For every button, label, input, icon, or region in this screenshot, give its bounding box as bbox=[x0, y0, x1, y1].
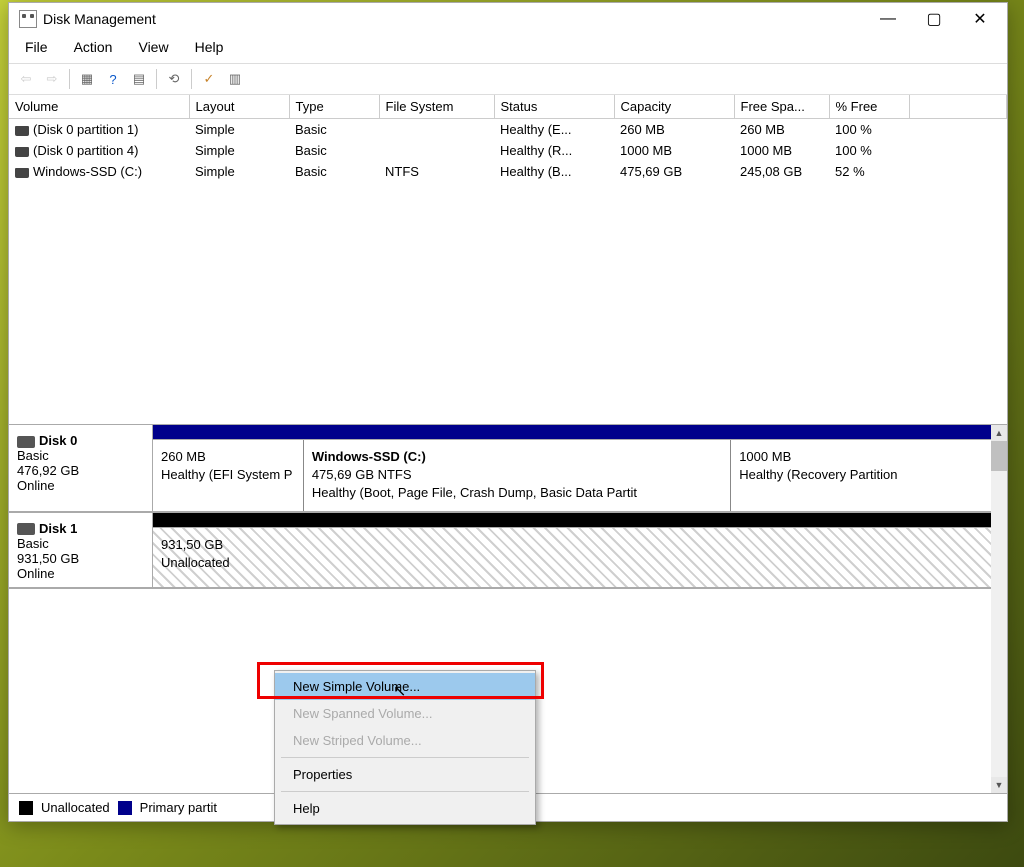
disk-icon bbox=[17, 523, 35, 535]
app-icon bbox=[19, 10, 37, 28]
disk-row: Disk 0 Basic476,92 GBOnline 260 MBHealth… bbox=[9, 425, 991, 513]
close-button[interactable]: ✕ bbox=[957, 4, 1003, 34]
partition[interactable]: Windows-SSD (C:)475,69 GB NTFSHealthy (B… bbox=[304, 440, 731, 511]
grid-icon[interactable]: ▥ bbox=[224, 68, 246, 90]
context-menu-item: New Striped Volume... bbox=[275, 727, 535, 754]
col-fs[interactable]: File System bbox=[379, 95, 494, 119]
properties-icon[interactable]: ▤ bbox=[128, 68, 150, 90]
legend-swatch-primary bbox=[118, 801, 132, 815]
volume-row[interactable]: Windows-SSD (C:) SimpleBasicNTFSHealthy … bbox=[9, 161, 1007, 182]
check-icon[interactable]: ✓ bbox=[198, 68, 220, 90]
menu-help[interactable]: Help bbox=[185, 37, 234, 57]
context-menu-item[interactable]: Properties bbox=[275, 761, 535, 788]
volume-row[interactable]: (Disk 0 partition 4) SimpleBasicHealthy … bbox=[9, 140, 1007, 161]
partition[interactable]: 1000 MBHealthy (Recovery Partition bbox=[731, 440, 991, 511]
volumes-list[interactable]: Volume Layout Type File System Status Ca… bbox=[9, 95, 1007, 425]
col-status[interactable]: Status bbox=[494, 95, 614, 119]
refresh-icon[interactable]: ⟲ bbox=[163, 68, 185, 90]
col-volume[interactable]: Volume bbox=[9, 95, 189, 119]
context-menu-separator bbox=[281, 791, 529, 792]
maximize-button[interactable]: ▢ bbox=[911, 4, 957, 34]
back-button[interactable]: ⇦ bbox=[15, 68, 37, 90]
volume-icon bbox=[15, 168, 29, 178]
volume-icon bbox=[15, 147, 29, 157]
menubar: File Action View Help bbox=[9, 35, 1007, 64]
context-menu[interactable]: New Simple Volume...New Spanned Volume..… bbox=[274, 670, 536, 825]
disk-label[interactable]: Disk 1 Basic931,50 GBOnline bbox=[9, 513, 153, 587]
help-icon[interactable]: ? bbox=[102, 68, 124, 90]
col-layout[interactable]: Layout bbox=[189, 95, 289, 119]
legend-primary-label: Primary partit bbox=[140, 800, 217, 815]
forward-button[interactable]: ⇨ bbox=[41, 68, 63, 90]
menu-action[interactable]: Action bbox=[64, 37, 123, 57]
context-menu-separator bbox=[281, 757, 529, 758]
toolbar: ⇦ ⇨ ▦ ? ▤ ⟲ ✓ ▥ bbox=[9, 64, 1007, 95]
context-menu-item: New Spanned Volume... bbox=[275, 700, 535, 727]
legend-swatch-unallocated bbox=[19, 801, 33, 815]
list-view-icon[interactable]: ▦ bbox=[76, 68, 98, 90]
col-capacity[interactable]: Capacity bbox=[614, 95, 734, 119]
menu-view[interactable]: View bbox=[128, 37, 178, 57]
volume-row[interactable]: (Disk 0 partition 1) SimpleBasicHealthy … bbox=[9, 119, 1007, 141]
disk-icon bbox=[17, 436, 35, 448]
col-pct[interactable]: % Free bbox=[829, 95, 909, 119]
unallocated-space[interactable]: 931,50 GBUnallocated bbox=[153, 528, 991, 587]
col-free[interactable]: Free Spa... bbox=[734, 95, 829, 119]
context-menu-item[interactable]: New Simple Volume... bbox=[275, 673, 535, 700]
col-type[interactable]: Type bbox=[289, 95, 379, 119]
vertical-scrollbar[interactable]: ▲ ▼ bbox=[991, 425, 1007, 793]
partition[interactable]: 260 MBHealthy (EFI System P bbox=[153, 440, 304, 511]
window-title: Disk Management bbox=[43, 11, 156, 27]
scrollbar-thumb[interactable] bbox=[991, 441, 1007, 471]
titlebar: Disk Management — ▢ ✕ bbox=[9, 3, 1007, 35]
volume-icon bbox=[15, 126, 29, 136]
menu-file[interactable]: File bbox=[15, 37, 58, 57]
disk-bar bbox=[153, 513, 991, 527]
context-menu-item[interactable]: Help bbox=[275, 795, 535, 822]
minimize-button[interactable]: — bbox=[865, 4, 911, 34]
scroll-down-icon[interactable]: ▼ bbox=[991, 777, 1007, 793]
disk-label[interactable]: Disk 0 Basic476,92 GBOnline bbox=[9, 425, 153, 511]
disk-row: Disk 1 Basic931,50 GBOnline 931,50 GBUna… bbox=[9, 513, 991, 589]
legend-unallocated-label: Unallocated bbox=[41, 800, 110, 815]
disk-bar bbox=[153, 425, 991, 439]
scroll-up-icon[interactable]: ▲ bbox=[991, 425, 1007, 441]
